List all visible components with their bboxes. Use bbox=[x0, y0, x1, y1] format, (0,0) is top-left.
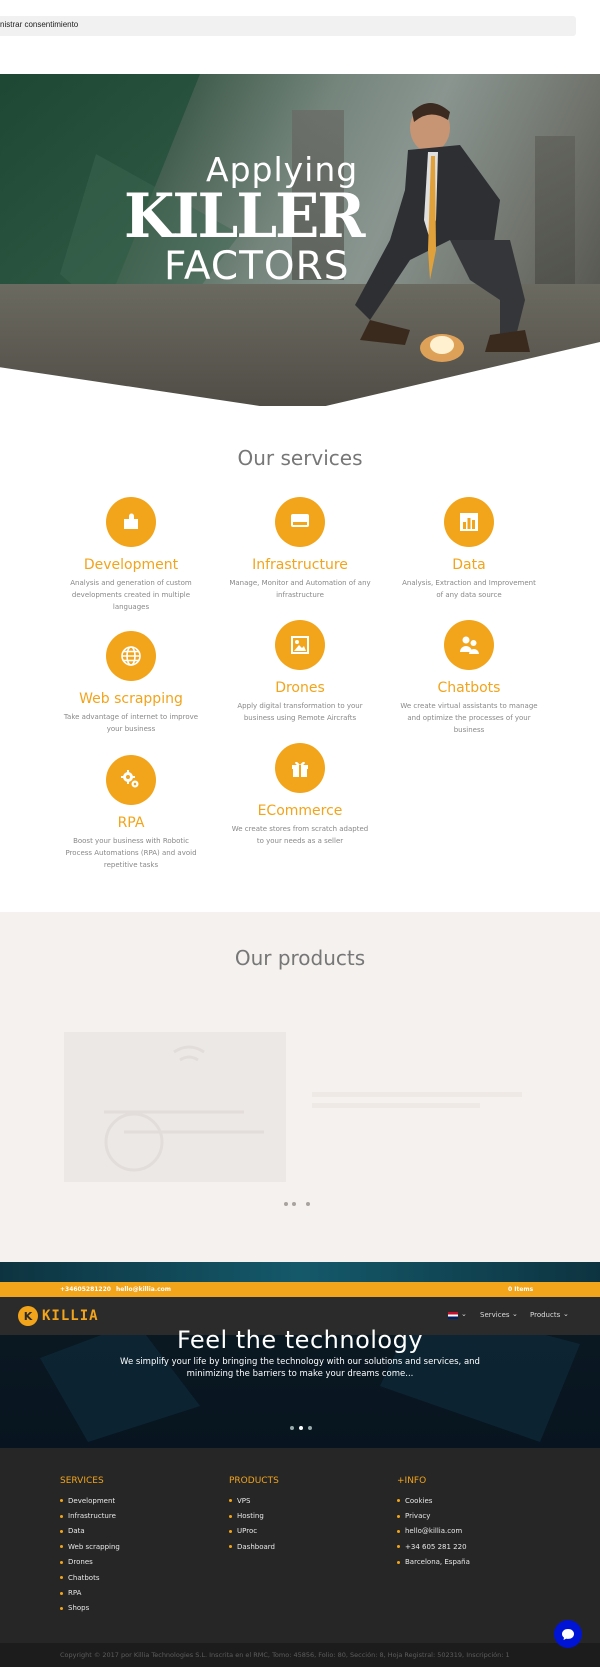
copyright-bar: Copyright © 2017 por Killia Technologies… bbox=[0, 1643, 600, 1667]
service-ecommerce[interactable]: ECommerce We create stores from scratch … bbox=[225, 743, 375, 847]
image-icon bbox=[275, 620, 325, 670]
service-desc: Boost your business with Robotic Process… bbox=[65, 837, 197, 869]
footer-link[interactable]: Web scrapping bbox=[60, 1539, 120, 1554]
service-drones[interactable]: Drones Apply digital transformation to y… bbox=[225, 620, 375, 724]
footer-link[interactable]: RPA bbox=[60, 1585, 120, 1600]
footer-link[interactable]: Chatbots bbox=[60, 1570, 120, 1585]
service-name: ECommerce bbox=[257, 803, 343, 819]
service-chatbots[interactable]: Chatbots We create virtual assistants to… bbox=[394, 620, 544, 736]
services-title: Our services bbox=[237, 446, 363, 470]
product-slide-text bbox=[312, 1092, 522, 1114]
top-bar: +34605281220 hello@killia.com 0 Items bbox=[0, 1282, 600, 1297]
topbar-email[interactable]: hello@killia.com bbox=[116, 1286, 171, 1293]
product-slide-title bbox=[312, 1062, 318, 1086]
logo[interactable]: K KILLIA bbox=[18, 1306, 99, 1326]
hero-man-image bbox=[355, 103, 530, 362]
footer-link[interactable]: Privacy bbox=[397, 1508, 470, 1523]
hero-line-2: KILLER bbox=[124, 180, 366, 252]
footer-link[interactable]: UProc bbox=[229, 1524, 279, 1539]
service-name: Infrastructure bbox=[252, 557, 348, 573]
product-slide-image bbox=[64, 1032, 286, 1182]
service-rpa[interactable]: RPA Boost your business with Robotic Pro… bbox=[56, 755, 206, 871]
service-development[interactable]: Development Analysis and generation of c… bbox=[56, 497, 206, 613]
puzzle-icon bbox=[106, 497, 156, 547]
feel-subtitle: We simplify your life by bringing the te… bbox=[120, 1357, 480, 1379]
hero-line-3: FACTORS bbox=[164, 244, 350, 289]
topbar-phone[interactable]: +34605281220 bbox=[60, 1286, 111, 1293]
footer-products-title: PRODUCTS bbox=[229, 1476, 279, 1486]
footer-services: SERVICES Development Infrastructure Data… bbox=[60, 1476, 120, 1616]
topbar-cart[interactable]: 0 Items bbox=[508, 1286, 533, 1293]
products-title: Our products bbox=[234, 946, 366, 970]
feel-slider-dots[interactable] bbox=[290, 1426, 312, 1430]
consent-bar[interactable]: nistrar consentimiento bbox=[0, 16, 576, 36]
footer-products: PRODUCTS VPS Hosting UProc Dashboard bbox=[229, 1476, 279, 1555]
footer-link[interactable]: Shops bbox=[60, 1601, 120, 1616]
globe-icon bbox=[106, 631, 156, 681]
chat-button[interactable] bbox=[554, 1620, 582, 1648]
service-name: Data bbox=[452, 557, 486, 573]
gift-icon bbox=[275, 743, 325, 793]
feel-title: Feel the technology bbox=[176, 1326, 424, 1354]
service-data[interactable]: Data Analysis, Extraction and Improvemen… bbox=[394, 497, 544, 601]
service-desc: Analysis and generation of custom develo… bbox=[70, 579, 192, 611]
service-desc: We create virtual assistants to manage a… bbox=[400, 702, 538, 734]
bar-chart-icon bbox=[444, 497, 494, 547]
footer-info-title: +INFO bbox=[397, 1476, 427, 1486]
service-name: RPA bbox=[117, 815, 145, 831]
service-desc: Analysis, Extraction and Improvement of … bbox=[402, 579, 536, 599]
hero-banner: Applying KILLER FACTORS bbox=[0, 74, 600, 406]
chat-bubble-icon bbox=[562, 1629, 574, 1640]
chevron-down-icon[interactable]: ⌄ bbox=[563, 1310, 569, 1318]
copyright-text: Copyright © 2017 por Killia Technologies… bbox=[60, 1651, 510, 1659]
service-name: Development bbox=[83, 557, 179, 573]
service-desc: Apply digital transformation to your bus… bbox=[237, 702, 363, 722]
service-name: Drones bbox=[275, 680, 325, 696]
footer-services-title: SERVICES bbox=[60, 1476, 104, 1486]
logo-badge: K bbox=[18, 1306, 38, 1326]
uk-flag-icon[interactable] bbox=[448, 1312, 458, 1319]
chevron-down-icon[interactable]: ⌄ bbox=[461, 1310, 467, 1318]
consent-text[interactable]: nistrar consentimiento bbox=[0, 20, 78, 29]
footer-link[interactable]: Hosting bbox=[229, 1508, 279, 1523]
products-slider-dots[interactable] bbox=[284, 1202, 310, 1206]
footer-link[interactable]: Infrastructure bbox=[60, 1508, 120, 1523]
footer-link[interactable]: Cookies bbox=[397, 1493, 470, 1508]
footer-link[interactable]: +34 605 281 220 bbox=[397, 1539, 470, 1554]
server-icon bbox=[275, 497, 325, 547]
footer-link[interactable]: Dashboard bbox=[229, 1539, 279, 1554]
service-desc: Take advantage of internet to improve yo… bbox=[63, 713, 199, 733]
users-icon bbox=[444, 620, 494, 670]
footer-link[interactable]: Drones bbox=[60, 1555, 120, 1570]
footer-link[interactable]: VPS bbox=[229, 1493, 279, 1508]
chevron-down-icon[interactable]: ⌄ bbox=[512, 1310, 518, 1318]
service-name: Web scrapping bbox=[79, 691, 183, 707]
service-desc: We create stores from scratch adapted to… bbox=[231, 825, 369, 845]
logo-wordmark: KILLIA bbox=[42, 1308, 99, 1324]
footer: SERVICES Development Infrastructure Data… bbox=[0, 1448, 600, 1643]
products-section: Our products bbox=[0, 912, 600, 1262]
nav-products[interactable]: Products bbox=[530, 1311, 560, 1319]
service-name: Chatbots bbox=[437, 680, 501, 696]
service-web-scrapping[interactable]: Web scrapping Take advantage of internet… bbox=[56, 631, 206, 735]
footer-info: +INFO Cookies Privacy hello@killia.com +… bbox=[397, 1476, 470, 1570]
nav-services[interactable]: Services bbox=[480, 1311, 510, 1319]
footer-link[interactable]: Barcelona, España bbox=[397, 1555, 470, 1570]
service-desc: Manage, Monitor and Automation of any in… bbox=[229, 579, 371, 599]
footer-link[interactable]: Data bbox=[60, 1524, 120, 1539]
footer-link[interactable]: hello@killia.com bbox=[397, 1524, 470, 1539]
footer-link[interactable]: Development bbox=[60, 1493, 120, 1508]
gears-icon bbox=[106, 755, 156, 805]
service-infrastructure[interactable]: Infrastructure Manage, Monitor and Autom… bbox=[225, 497, 375, 601]
